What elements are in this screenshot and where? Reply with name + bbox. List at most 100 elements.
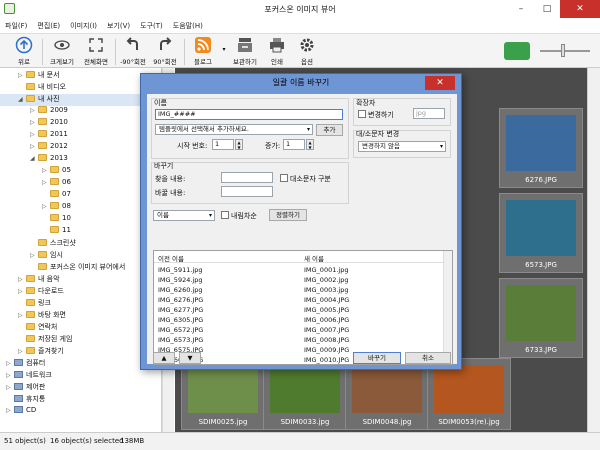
tree-item[interactable]: ▷ 바탕 화면 <box>0 310 161 322</box>
column-old-name[interactable]: 이전 이름 <box>158 253 184 263</box>
thumbnail-scrollbar[interactable] <box>587 68 600 432</box>
zoom-slider-thumb[interactable] <box>561 44 565 57</box>
menu-item[interactable]: 이미지(I) <box>65 18 102 34</box>
menu-item[interactable]: 도움말(H) <box>168 18 208 34</box>
list-row[interactable]: IMG_6260.jpg IMG_0003.jpg <box>154 285 444 295</box>
expand-arrow-icon[interactable]: ▷ <box>18 288 26 295</box>
menu-item[interactable]: 도구(T) <box>135 18 168 34</box>
tree-item[interactable]: 11 <box>0 226 161 238</box>
tree-item[interactable]: 07 <box>0 190 161 202</box>
case-combo[interactable]: 변경하지 않음 ▾ <box>358 141 446 152</box>
move-down-button[interactable]: ▼ <box>179 352 201 364</box>
tree-item[interactable]: ◢ 2013 <box>0 154 161 166</box>
expand-arrow-icon[interactable]: ▷ <box>30 107 38 114</box>
expand-arrow-icon[interactable]: ▷ <box>30 131 38 138</box>
tree-item[interactable]: 연락처 <box>0 322 161 334</box>
move-up-button[interactable]: ▲ <box>153 352 175 364</box>
template-combo[interactable]: 템플릿에서 선택해서 추가하세요. ▾ <box>155 124 313 135</box>
increment-input[interactable]: 1 <box>283 139 305 150</box>
name-pattern-input[interactable]: IMG_#### <box>155 109 343 120</box>
list-row[interactable]: IMG_6573.JPG IMG_0008.JPG <box>154 335 444 345</box>
add-template-button[interactable]: 추가 <box>316 124 343 136</box>
fullscreen-button[interactable]: 전체화면 <box>80 36 112 66</box>
options-button[interactable]: 옵션 <box>294 36 320 66</box>
film-icon[interactable] <box>504 42 530 60</box>
start-number-spinner[interactable]: ▲ ▼ <box>235 139 243 150</box>
sort-button[interactable]: 정렬하기 <box>269 209 307 221</box>
list-row[interactable]: IMG_5911.jpg IMG_0001.jpg <box>154 265 444 275</box>
tree-item[interactable]: ▷ 2011 <box>0 130 161 142</box>
tree-item[interactable]: ◢ 내 사진 <box>0 94 161 106</box>
thumbnail[interactable]: 6733.JPG <box>499 278 583 358</box>
tree-item[interactable]: ▷ 2009 <box>0 106 161 118</box>
blog-button[interactable]: 블로그 <box>188 36 218 66</box>
expand-arrow-icon[interactable]: ◢ <box>30 155 38 162</box>
list-row[interactable]: IMG_6572.JPG IMG_0007.JPG <box>154 325 444 335</box>
tree-item[interactable]: 스크린샷 <box>0 238 161 250</box>
close-button[interactable]: ✕ <box>560 0 600 18</box>
up-button[interactable]: 위로 <box>10 36 38 66</box>
tree-item[interactable]: 포커스온 이미지 뷰어에서 <box>0 262 161 274</box>
tree-item[interactable]: 휴지통 <box>0 394 161 406</box>
list-row[interactable]: IMG_6276.JPG IMG_0004.JPG <box>154 295 444 305</box>
expand-arrow-icon[interactable]: ▷ <box>30 143 38 150</box>
cancel-button[interactable]: 취소 <box>405 352 451 364</box>
list-scrollbar[interactable] <box>443 251 452 364</box>
menu-item[interactable]: 파일(F) <box>0 18 32 34</box>
expand-arrow-icon[interactable]: ▷ <box>6 372 14 379</box>
extension-input[interactable]: jpg <box>413 108 445 119</box>
tree-item[interactable]: ▷ 2012 <box>0 142 161 154</box>
sort-combo[interactable]: 이름 ▾ <box>153 210 215 221</box>
tree-item[interactable]: ▷ 다운로드 <box>0 286 161 298</box>
fit-view-button[interactable]: 크게보기 <box>46 36 78 66</box>
zoom-slider[interactable] <box>540 50 590 52</box>
change-extension-checkbox[interactable] <box>358 110 366 118</box>
expand-arrow-icon[interactable]: ▷ <box>6 384 14 391</box>
expand-arrow-icon[interactable]: ▷ <box>18 276 26 283</box>
tree-item[interactable]: ▷ CD <box>0 406 161 418</box>
expand-arrow-icon[interactable]: ▷ <box>6 360 14 367</box>
tree-item[interactable]: 저장된 게임 <box>0 334 161 346</box>
list-row[interactable]: IMG_5924.jpg IMG_0002.jpg <box>154 275 444 285</box>
thumbnail[interactable]: 6573.JPG <box>499 193 583 273</box>
thumbnail[interactable]: 6276.JPG <box>499 108 583 188</box>
expand-arrow-icon[interactable]: ▷ <box>18 72 26 79</box>
tree-item[interactable]: ▷ 08 <box>0 202 161 214</box>
tree-item[interactable]: ▷ 2010 <box>0 118 161 130</box>
tree-item[interactable]: ▷ 내 음악 <box>0 274 161 286</box>
rotate-left-button[interactable]: -90°회전 <box>118 36 148 66</box>
menu-item[interactable]: 보기(V) <box>102 18 135 34</box>
tree-item[interactable]: ▷ 06 <box>0 178 161 190</box>
expand-arrow-icon[interactable]: ▷ <box>42 179 50 186</box>
increment-spinner[interactable]: ▲ ▼ <box>306 139 314 150</box>
start-number-input[interactable]: 1 <box>212 139 234 150</box>
expand-arrow-icon[interactable]: ▷ <box>42 203 50 210</box>
tree-item[interactable]: 링크 <box>0 298 161 310</box>
expand-arrow-icon[interactable]: ▷ <box>30 252 38 259</box>
replace-with-input[interactable] <box>221 186 273 197</box>
tree-item[interactable]: ▷ 내 문서 <box>0 70 161 82</box>
find-input[interactable] <box>221 172 273 183</box>
expand-arrow-icon[interactable]: ▷ <box>6 407 14 414</box>
menu-item[interactable]: 편집(E) <box>32 18 65 34</box>
tree-item[interactable]: 10 <box>0 214 161 226</box>
tree-item[interactable]: ▷ 즐겨찾기 <box>0 346 161 358</box>
minimize-button[interactable]: – <box>508 0 534 18</box>
tree-item[interactable]: ▷ 네트워크 <box>0 370 161 382</box>
expand-arrow-icon[interactable]: ▷ <box>18 312 26 319</box>
expand-arrow-icon[interactable]: ▷ <box>30 119 38 126</box>
descending-checkbox[interactable] <box>221 211 229 219</box>
rename-button[interactable]: 바꾸기 <box>353 352 401 364</box>
tree-item[interactable]: ▷ 컴퓨터 <box>0 358 161 370</box>
save-button[interactable]: 보관하기 <box>228 36 262 66</box>
tree-item[interactable]: ▷ 제어판 <box>0 382 161 394</box>
maximize-button[interactable]: □ <box>534 0 560 18</box>
column-new-name[interactable]: 새 이름 <box>304 253 324 263</box>
list-row[interactable]: IMG_6305.JPG IMG_0006.JPG <box>154 315 444 325</box>
tree-item[interactable]: ▷ 05 <box>0 166 161 178</box>
rotate-right-button[interactable]: 90°회전 <box>150 36 180 66</box>
dialog-close-button[interactable]: ✕ <box>425 76 455 90</box>
expand-arrow-icon[interactable]: ▷ <box>42 167 50 174</box>
expand-arrow-icon[interactable]: ◢ <box>18 96 26 103</box>
tree-item[interactable]: ▷ 임시 <box>0 250 161 262</box>
